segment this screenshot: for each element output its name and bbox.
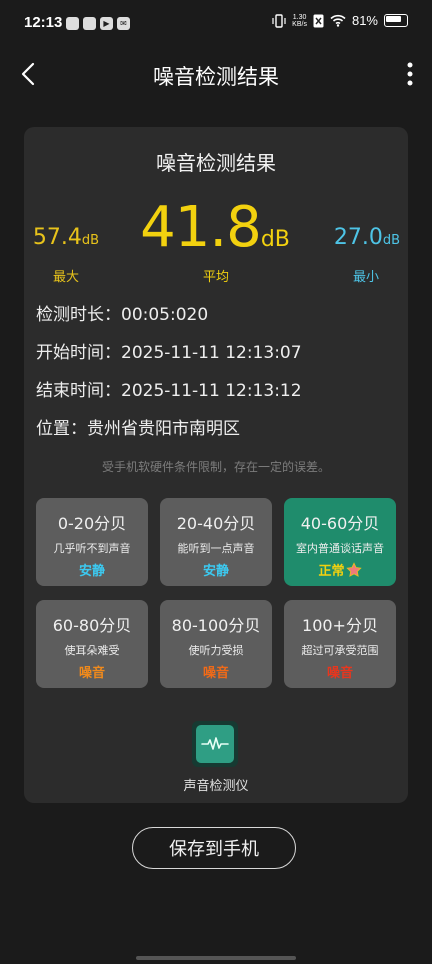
notification-icons: ▶ ✉ bbox=[66, 17, 130, 30]
app-name: 声音检测仪 bbox=[183, 779, 249, 794]
level-range: 100+分贝 bbox=[302, 616, 378, 635]
more-options-icon[interactable] bbox=[402, 60, 418, 88]
level-desc: 超过可承受范围 bbox=[301, 644, 379, 657]
level-status: 正常 bbox=[318, 564, 345, 579]
waveform-icon bbox=[196, 725, 234, 763]
max-db-stat: 57.4dB bbox=[32, 225, 100, 250]
level-status-wrap: 正常 bbox=[284, 560, 396, 579]
notification-mail-icon: ✉ bbox=[117, 17, 130, 30]
duration-row: 检测时长：00:05:020 bbox=[36, 305, 209, 325]
star-icon bbox=[345, 562, 362, 577]
level-range: 60-80分贝 bbox=[52, 616, 132, 635]
location-row: 位置：贵州省贵阳市南明区 bbox=[36, 419, 240, 439]
level-desc: 几乎听不到声音 bbox=[53, 542, 131, 555]
top-app-bar: 噪音检测结果 bbox=[0, 50, 432, 100]
status-time: 12:13 bbox=[24, 14, 63, 31]
avg-db-unit: dB bbox=[260, 227, 290, 252]
network-speed: 1.30 KB/s bbox=[292, 13, 307, 28]
level-status: 噪音 bbox=[78, 666, 105, 681]
result-card: 噪音检测结果 57.4dB 41.8dB 27.0dB 最大 平均 最小 检测时… bbox=[24, 127, 408, 803]
max-db-value: 57.4 bbox=[32, 225, 82, 250]
level-card-0-20: 0-20分贝 几乎听不到声音 安静 bbox=[36, 498, 148, 586]
max-label: 最大 bbox=[52, 270, 79, 285]
status-indicators: 1.30 KB/s 81% bbox=[272, 13, 408, 28]
save-to-phone-button[interactable]: 保存到手机 bbox=[132, 827, 296, 869]
level-range: 80-100分贝 bbox=[171, 616, 261, 635]
level-card-20-40: 20-40分贝 能听到一点声音 安静 bbox=[160, 498, 272, 586]
battery-percent: 81% bbox=[351, 13, 378, 28]
status-bar: 12:13 ▶ ✉ 1.30 KB/s 81% bbox=[0, 0, 432, 50]
level-card-100-plus: 100+分贝 超过可承受范围 噪音 bbox=[284, 600, 396, 688]
level-status: 噪音 bbox=[326, 666, 353, 681]
min-db-stat: 27.0dB bbox=[330, 225, 404, 250]
app-logo[interactable] bbox=[192, 721, 238, 767]
vibrate-icon bbox=[272, 13, 286, 28]
level-status: 安静 bbox=[78, 564, 105, 579]
level-range: 0-20分贝 bbox=[57, 514, 127, 533]
page-title: 噪音检测结果 bbox=[153, 65, 279, 89]
notification-app-icon bbox=[83, 17, 96, 30]
wifi-icon bbox=[330, 14, 346, 27]
level-desc: 使耳朵难受 bbox=[64, 644, 120, 657]
level-range: 40-60分贝 bbox=[300, 514, 380, 533]
sim-x-icon bbox=[313, 14, 324, 27]
min-db-value: 27.0 bbox=[333, 225, 383, 250]
avg-db-stat: 41.8dB bbox=[140, 195, 290, 260]
notification-play-icon: ▶ bbox=[100, 17, 113, 30]
avg-db-value: 41.8 bbox=[140, 195, 262, 260]
avg-label: 平均 bbox=[202, 270, 229, 285]
card-title: 噪音检测结果 bbox=[156, 151, 276, 175]
end-time-row: 结束时间：2025-11-11 12:13:12 bbox=[36, 381, 302, 401]
start-time-row: 开始时间：2025-11-11 12:13:07 bbox=[36, 343, 302, 363]
level-status: 噪音 bbox=[202, 666, 229, 681]
min-db-unit: dB bbox=[382, 233, 401, 248]
battery-icon bbox=[384, 14, 408, 27]
level-range: 20-40分贝 bbox=[176, 514, 256, 533]
level-card-40-60-active: 40-60分贝 室内普通谈话声音 正常 bbox=[284, 498, 396, 586]
level-card-80-100: 80-100分贝 使听力受损 噪音 bbox=[160, 600, 272, 688]
notification-app-icon bbox=[66, 17, 79, 30]
level-status: 安静 bbox=[202, 564, 229, 579]
level-desc: 能听到一点声音 bbox=[177, 542, 255, 555]
max-db-unit: dB bbox=[81, 233, 100, 248]
disclaimer-text: 受手机软硬件条件限制，存在一定的误差。 bbox=[101, 460, 330, 474]
home-indicator bbox=[136, 956, 296, 960]
level-desc: 使听力受损 bbox=[188, 644, 244, 657]
min-label: 最小 bbox=[352, 270, 379, 285]
level-card-60-80: 60-80分贝 使耳朵难受 噪音 bbox=[36, 600, 148, 688]
level-desc: 室内普通谈话声音 bbox=[296, 542, 384, 555]
